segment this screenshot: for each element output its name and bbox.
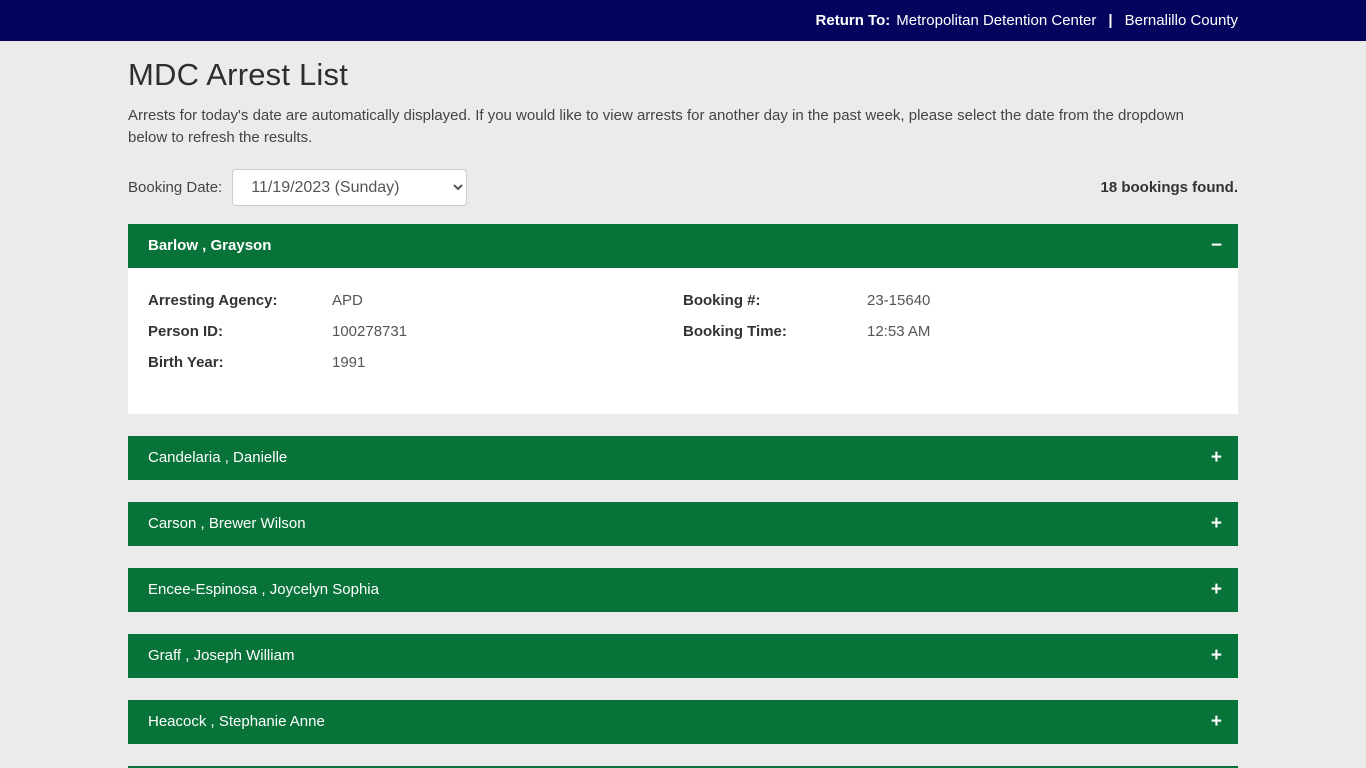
accordion-header[interactable]: Candelaria , Danielle + xyxy=(128,436,1238,480)
booking-date-select[interactable]: 11/19/2023 (Sunday) xyxy=(232,169,467,206)
field-row: Person ID:100278731 xyxy=(148,323,683,340)
controls-row: Booking Date: 11/19/2023 (Sunday) 18 boo… xyxy=(128,169,1238,206)
accordion-item: Carson , Brewer Wilson + xyxy=(128,502,1238,546)
field-row: Booking Time:12:53 AM xyxy=(683,323,1218,340)
field-value: 100278731 xyxy=(332,323,407,340)
booking-date-label: Booking Date: xyxy=(128,179,222,196)
topbar-separator: | xyxy=(1108,12,1112,29)
field-label: Arresting Agency: xyxy=(148,292,332,309)
inmate-name: Carson , Brewer Wilson xyxy=(148,515,306,532)
field-row: Birth Year:1991 xyxy=(148,354,683,371)
details-column-left: Arresting Agency:APDPerson ID:100278731B… xyxy=(148,292,683,385)
page-title: MDC Arrest List xyxy=(128,57,1238,93)
field-label: Birth Year: xyxy=(148,354,332,371)
inmate-name: Candelaria , Danielle xyxy=(148,449,287,466)
field-label: Booking Time: xyxy=(683,323,867,340)
field-row: Booking #:23-15640 xyxy=(683,292,1218,309)
expand-icon[interactable]: + xyxy=(1211,712,1222,731)
expand-icon[interactable]: + xyxy=(1211,646,1222,665)
accordion-item: Encee-Espinosa , Joycelyn Sophia + xyxy=(128,568,1238,612)
details-column-right: Booking #:23-15640Booking Time:12:53 AM xyxy=(683,292,1218,385)
accordion-header[interactable]: Heacock , Stephanie Anne + xyxy=(128,700,1238,744)
expand-icon[interactable]: + xyxy=(1211,448,1222,467)
accordion-list: Barlow , Grayson−Arresting Agency:APDPer… xyxy=(128,224,1238,768)
return-to-label: Return To: xyxy=(816,12,891,29)
field-row: Arresting Agency:APD xyxy=(148,292,683,309)
inmate-name: Barlow , Grayson xyxy=(148,237,271,254)
expand-icon[interactable]: + xyxy=(1211,580,1222,599)
accordion-item: Graff , Joseph William + xyxy=(128,634,1238,678)
collapse-icon[interactable]: − xyxy=(1211,236,1222,255)
top-bar: Return To: Metropolitan Detention Center… xyxy=(0,0,1366,41)
link-metropolitan-detention-center[interactable]: Metropolitan Detention Center xyxy=(896,12,1096,29)
field-value: 12:53 AM xyxy=(867,323,930,340)
field-value: 1991 xyxy=(332,354,365,371)
inmate-name: Encee-Espinosa , Joycelyn Sophia xyxy=(148,581,379,598)
expand-icon[interactable]: + xyxy=(1211,514,1222,533)
accordion-header[interactable]: Encee-Espinosa , Joycelyn Sophia + xyxy=(128,568,1238,612)
main-content: MDC Arrest List Arrests for today's date… xyxy=(128,57,1238,768)
accordion-item: Barlow , Grayson−Arresting Agency:APDPer… xyxy=(128,224,1238,414)
results-count: 18 bookings found. xyxy=(1101,179,1239,196)
inmate-name: Graff , Joseph William xyxy=(148,647,294,664)
inmate-name: Heacock , Stephanie Anne xyxy=(148,713,325,730)
accordion-item: Candelaria , Danielle + xyxy=(128,436,1238,480)
booking-details-panel: Arresting Agency:APDPerson ID:100278731B… xyxy=(128,268,1238,414)
accordion-item: Heacock , Stephanie Anne + xyxy=(128,700,1238,744)
link-bernalillo-county[interactable]: Bernalillo County xyxy=(1125,12,1238,29)
page-description: Arrests for today's date are automatical… xyxy=(128,105,1208,149)
field-value: APD xyxy=(332,292,363,309)
field-label: Booking #: xyxy=(683,292,867,309)
field-label: Person ID: xyxy=(148,323,332,340)
accordion-header[interactable]: Barlow , Grayson − xyxy=(128,224,1238,268)
accordion-header[interactable]: Carson , Brewer Wilson + xyxy=(128,502,1238,546)
field-value: 23-15640 xyxy=(867,292,930,309)
accordion-header[interactable]: Graff , Joseph William + xyxy=(128,634,1238,678)
